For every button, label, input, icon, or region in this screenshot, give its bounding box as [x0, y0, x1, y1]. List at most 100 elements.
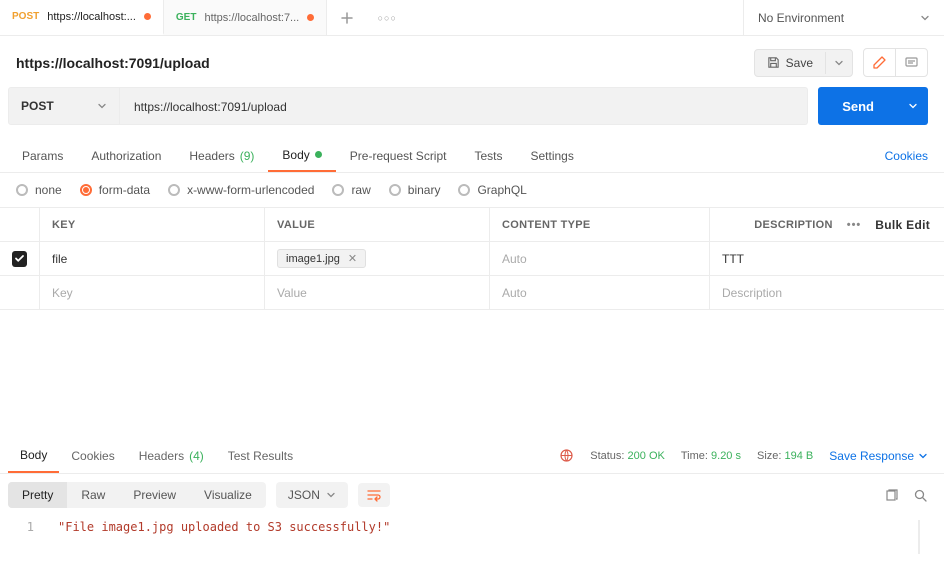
file-chip-name: image1.jpg: [286, 253, 340, 265]
headers-count: (9): [240, 149, 255, 163]
tab-method-label: GET: [176, 12, 197, 23]
radio-form-data[interactable]: form-data: [80, 183, 150, 197]
search-icon: [913, 488, 928, 503]
comments-button[interactable]: [895, 49, 927, 76]
plus-icon: [340, 11, 354, 25]
tab-body-label: Body: [282, 148, 309, 162]
edit-button[interactable]: [864, 49, 895, 76]
tab-prerequest[interactable]: Pre-request Script: [336, 139, 461, 172]
save-button-label: Save: [786, 56, 813, 70]
bulk-edit-button[interactable]: Bulk Edit: [875, 218, 930, 232]
cell-description-placeholder[interactable]: Description: [710, 276, 944, 309]
copy-button[interactable]: [884, 488, 899, 503]
response-tabs: Body Cookies Headers (4) Test Results St…: [0, 438, 944, 474]
save-response-button[interactable]: Save Response: [829, 449, 928, 463]
tab-settings[interactable]: Settings: [517, 139, 588, 172]
ellipsis-icon: ○○○: [378, 13, 397, 23]
tab-title: https://localhost:...: [47, 11, 136, 23]
radio-binary[interactable]: binary: [389, 183, 441, 197]
body-active-indicator-icon: [315, 151, 322, 158]
line-number: 1: [16, 520, 34, 534]
tab-title: https://localhost:7...: [204, 12, 299, 24]
response-format-select[interactable]: JSON: [276, 482, 348, 508]
url-row: POST https://localhost:7091/upload Send: [0, 87, 944, 139]
response-view-toolbar: Pretty Raw Preview Visualize JSON: [0, 474, 944, 516]
file-chip: image1.jpg ✕: [277, 249, 366, 268]
col-value: VALUE: [265, 208, 490, 241]
check-icon: [14, 253, 25, 264]
response-body[interactable]: 1 "File image1.jpg uploaded to S3 succes…: [0, 516, 944, 574]
radio-icon: [458, 184, 470, 196]
new-tab-button[interactable]: [327, 0, 367, 35]
tab-params[interactable]: Params: [8, 139, 77, 172]
tab-tests[interactable]: Tests: [460, 139, 516, 172]
chevron-down-icon: [834, 58, 844, 68]
environment-select[interactable]: No Environment: [744, 0, 944, 35]
copy-icon: [884, 488, 899, 503]
wrap-lines-button[interactable]: [358, 483, 390, 507]
tab-authorization[interactable]: Authorization: [77, 139, 175, 172]
col-description: DESCRIPTION: [754, 219, 832, 231]
resp-tab-headers[interactable]: Headers (4): [127, 438, 216, 473]
row-enabled-checkbox[interactable]: [12, 251, 27, 267]
radio-icon: [332, 184, 344, 196]
cell-key-placeholder[interactable]: Key: [40, 276, 265, 309]
formdata-table: KEY VALUE CONTENT TYPE DESCRIPTION ••• B…: [0, 207, 944, 310]
radio-urlencoded[interactable]: x-www-form-urlencoded: [168, 183, 314, 197]
network-icon[interactable]: [559, 448, 574, 463]
cell-value[interactable]: image1.jpg ✕: [265, 242, 490, 275]
radio-raw[interactable]: raw: [332, 183, 370, 197]
save-button[interactable]: Save: [755, 50, 825, 76]
search-button[interactable]: [913, 488, 928, 503]
wrap-icon: [366, 488, 382, 502]
request-section-tabs: Params Authorization Headers (9) Body Pr…: [0, 139, 944, 173]
cell-content-type[interactable]: Auto: [490, 242, 710, 275]
view-pretty[interactable]: Pretty: [8, 482, 67, 508]
environment-area: No Environment: [743, 0, 944, 35]
radio-graphql[interactable]: GraphQL: [458, 183, 526, 197]
url-input[interactable]: https://localhost:7091/upload: [120, 87, 808, 125]
unsaved-indicator-icon: [144, 13, 151, 20]
request-tab-0[interactable]: POST https://localhost:...: [0, 0, 164, 35]
cell-content-type-placeholder[interactable]: Auto: [490, 276, 710, 309]
remove-file-button[interactable]: ✕: [348, 252, 357, 265]
columns-more-button[interactable]: •••: [847, 219, 862, 231]
save-icon: [767, 56, 780, 69]
icon-buttons: [863, 48, 928, 77]
view-raw[interactable]: Raw: [67, 482, 119, 508]
environment-label: No Environment: [758, 11, 844, 25]
table-header-row: KEY VALUE CONTENT TYPE DESCRIPTION ••• B…: [0, 208, 944, 242]
resp-tab-body[interactable]: Body: [8, 438, 59, 473]
tab-method-label: POST: [12, 11, 39, 22]
response-status-bar: Status: 200 OK Time: 9.20 s Size: 194 B …: [559, 448, 928, 463]
view-preview[interactable]: Preview: [119, 482, 190, 508]
cell-description[interactable]: TTT: [710, 242, 944, 275]
cell-key[interactable]: file: [40, 242, 265, 275]
chevron-down-icon: [920, 13, 930, 23]
save-dropdown-button[interactable]: [825, 52, 852, 74]
radio-icon: [168, 184, 180, 196]
request-title-bar: https://localhost:7091/upload Save: [0, 36, 944, 87]
size-block: Size: 194 B: [757, 450, 813, 462]
send-dropdown-button[interactable]: [898, 87, 928, 125]
resp-tab-cookies[interactable]: Cookies: [59, 438, 126, 473]
cookies-link[interactable]: Cookies: [885, 149, 928, 163]
radio-icon: [16, 184, 28, 196]
tab-headers-label: Headers: [189, 149, 234, 163]
time-block: Time: 9.20 s: [681, 450, 741, 462]
tab-headers[interactable]: Headers (9): [175, 139, 268, 172]
radio-none[interactable]: none: [16, 183, 62, 197]
tabs-overflow-button[interactable]: ○○○: [367, 0, 407, 35]
view-visualize[interactable]: Visualize: [190, 482, 266, 508]
cell-value-placeholder[interactable]: Value: [265, 276, 490, 309]
send-button[interactable]: Send: [818, 87, 898, 125]
chevron-down-icon: [97, 101, 107, 111]
tab-body[interactable]: Body: [268, 139, 335, 172]
request-tab-1[interactable]: GET https://localhost:7...: [164, 0, 327, 35]
view-mode-group: Pretty Raw Preview Visualize: [8, 482, 266, 508]
resp-tab-tests[interactable]: Test Results: [216, 438, 305, 473]
method-select[interactable]: POST: [8, 87, 120, 125]
chevron-down-icon: [918, 451, 928, 461]
col-content-type: CONTENT TYPE: [490, 208, 710, 241]
request-title: https://localhost:7091/upload: [16, 55, 210, 71]
